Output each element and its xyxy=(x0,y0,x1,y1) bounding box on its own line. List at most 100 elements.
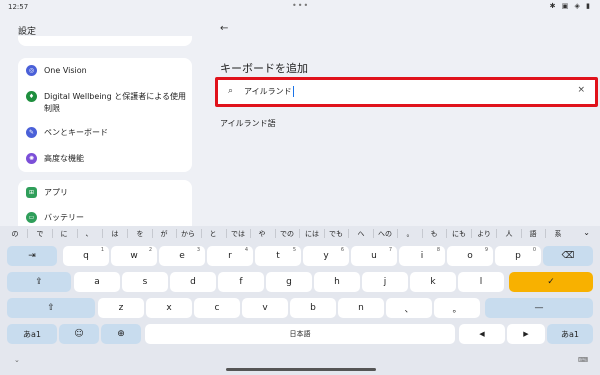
backspace-icon[interactable]: ⌫ xyxy=(543,246,593,266)
search-value[interactable]: アイルランド xyxy=(244,86,294,97)
key-comma[interactable]: 、 xyxy=(386,298,432,318)
globe-icon[interactable]: ⊕ xyxy=(101,324,141,344)
settings-item-apps[interactable]: ⊞ アプリ xyxy=(26,187,186,199)
keyboard-switcher-icon[interactable]: ⌨ xyxy=(578,356,588,364)
key-x[interactable]: x xyxy=(146,298,192,318)
key-p[interactable]: p0 xyxy=(495,246,541,266)
dash-key[interactable]: — xyxy=(485,298,593,318)
key-hint: 3 xyxy=(196,247,200,253)
candidate-item[interactable]: では xyxy=(231,229,245,239)
key-z[interactable]: z xyxy=(98,298,144,318)
home-indicator[interactable] xyxy=(226,368,376,371)
caps-lock-key[interactable]: ⇪ xyxy=(7,272,71,292)
shift-key[interactable]: ⇧ xyxy=(7,298,95,318)
key-l[interactable]: l xyxy=(458,272,504,292)
key-t[interactable]: t5 xyxy=(255,246,301,266)
settings-card: ⊞ アプリ ▭ バッテリー xyxy=(18,180,192,226)
key-s[interactable]: s xyxy=(122,272,168,292)
candidate-item[interactable]: も xyxy=(431,229,438,239)
candidate-item[interactable]: で xyxy=(37,229,44,239)
back-arrow-icon[interactable]: ← xyxy=(220,23,228,34)
key-u[interactable]: u7 xyxy=(351,246,397,266)
cursor-right-icon[interactable]: ▶ xyxy=(507,324,545,344)
candidate-divider xyxy=(324,229,325,238)
candidate-item[interactable]: へ xyxy=(358,229,365,239)
candidate-divider xyxy=(496,229,497,238)
candidate-item[interactable]: が xyxy=(161,229,168,239)
key-b[interactable]: b xyxy=(290,298,336,318)
candidate-item[interactable]: でも xyxy=(329,229,343,239)
candidate-item[interactable]: より xyxy=(477,229,491,239)
candidate-item[interactable]: と xyxy=(210,229,217,239)
settings-card-partial xyxy=(18,36,192,46)
candidate-item[interactable]: 。 xyxy=(407,229,414,239)
candidate-item[interactable]: 系 xyxy=(555,229,562,239)
tab-key[interactable]: ⇥ xyxy=(7,246,57,266)
settings-item-label: アプリ xyxy=(44,188,68,197)
key-v[interactable]: v xyxy=(242,298,288,318)
candidate-item[interactable]: での xyxy=(280,229,294,239)
candidate-item[interactable]: 人 xyxy=(506,229,513,239)
candidate-item[interactable]: への xyxy=(378,229,392,239)
key-hint: 9 xyxy=(484,247,488,253)
key-f[interactable]: f xyxy=(218,272,264,292)
language-switch-key[interactable]: あa1 xyxy=(547,324,593,344)
settings-item-label: ペンとキーボード xyxy=(44,128,108,137)
candidate-divider xyxy=(299,229,300,238)
emoji-icon[interactable]: ☺ xyxy=(59,324,99,344)
search-input[interactable]: ⌕ アイルランド × xyxy=(215,77,598,107)
key-j[interactable]: j xyxy=(362,272,408,292)
search-result-item[interactable]: アイルランド語 xyxy=(220,118,276,129)
key-d[interactable]: d xyxy=(170,272,216,292)
key-i[interactable]: i8 xyxy=(399,246,445,266)
candidate-item[interactable]: にも xyxy=(452,229,466,239)
key-h[interactable]: h xyxy=(314,272,360,292)
key-c[interactable]: c xyxy=(194,298,240,318)
key-g[interactable]: g xyxy=(266,272,312,292)
window-handle[interactable]: ••• xyxy=(292,1,309,10)
key-r[interactable]: r4 xyxy=(207,246,253,266)
status-time: 12:57 xyxy=(8,3,29,11)
candidate-item[interactable]: は xyxy=(112,229,119,239)
pen-icon: ✎ xyxy=(26,127,37,138)
key-hint: 1 xyxy=(100,247,104,253)
key-q[interactable]: q1 xyxy=(63,246,109,266)
apps-icon: ⊞ xyxy=(26,187,37,198)
language-switch-key[interactable]: あa1 xyxy=(7,324,57,344)
key-a[interactable]: a xyxy=(74,272,120,292)
key-y[interactable]: y6 xyxy=(303,246,349,266)
candidate-divider xyxy=(152,229,153,238)
candidate-item[interactable]: を xyxy=(137,229,144,239)
candidate-divider xyxy=(446,229,447,238)
candidate-item[interactable]: 語 xyxy=(530,229,537,239)
candidate-item[interactable]: 、 xyxy=(86,229,93,239)
hide-keyboard-icon[interactable]: ⌄ xyxy=(14,356,20,364)
candidate-item[interactable]: や xyxy=(259,229,266,239)
key-w[interactable]: w2 xyxy=(111,246,157,266)
key-k[interactable]: k xyxy=(410,272,456,292)
candidate-item[interactable]: の xyxy=(12,229,19,239)
enter-key[interactable]: ✓ xyxy=(509,272,593,292)
key-period[interactable]: 。 xyxy=(434,298,480,318)
candidate-divider xyxy=(176,229,177,238)
key-o[interactable]: o9 xyxy=(447,246,493,266)
candidate-item[interactable]: には xyxy=(305,229,319,239)
candidate-item[interactable]: から xyxy=(181,229,195,239)
settings-item-one-vision[interactable]: ◎ One Vision xyxy=(26,65,186,77)
settings-item-digital-wellbeing[interactable]: ♦ Digital Wellbeing と保護者による使用 制限 xyxy=(26,91,186,115)
candidate-divider xyxy=(521,229,522,238)
chevron-down-icon[interactable]: ⌄ xyxy=(583,228,590,237)
candidate-item[interactable]: に xyxy=(61,229,68,239)
cursor-left-icon[interactable]: ◀ xyxy=(459,324,505,344)
candidate-divider xyxy=(373,229,374,238)
candidate-divider xyxy=(545,229,546,238)
settings-item-advanced[interactable]: ✺ 高度な機能 xyxy=(26,153,186,165)
settings-card: ◎ One Vision ♦ Digital Wellbeing と保護者による… xyxy=(18,58,192,172)
candidate-divider xyxy=(77,229,78,238)
clear-icon[interactable]: × xyxy=(577,85,585,95)
key-n[interactable]: n xyxy=(338,298,384,318)
settings-item-pen-keyboard[interactable]: ✎ ペンとキーボード xyxy=(26,127,186,139)
space-key[interactable]: 日本語 xyxy=(145,324,455,344)
key-e[interactable]: e3 xyxy=(159,246,205,266)
settings-item-battery[interactable]: ▭ バッテリー xyxy=(26,212,186,224)
